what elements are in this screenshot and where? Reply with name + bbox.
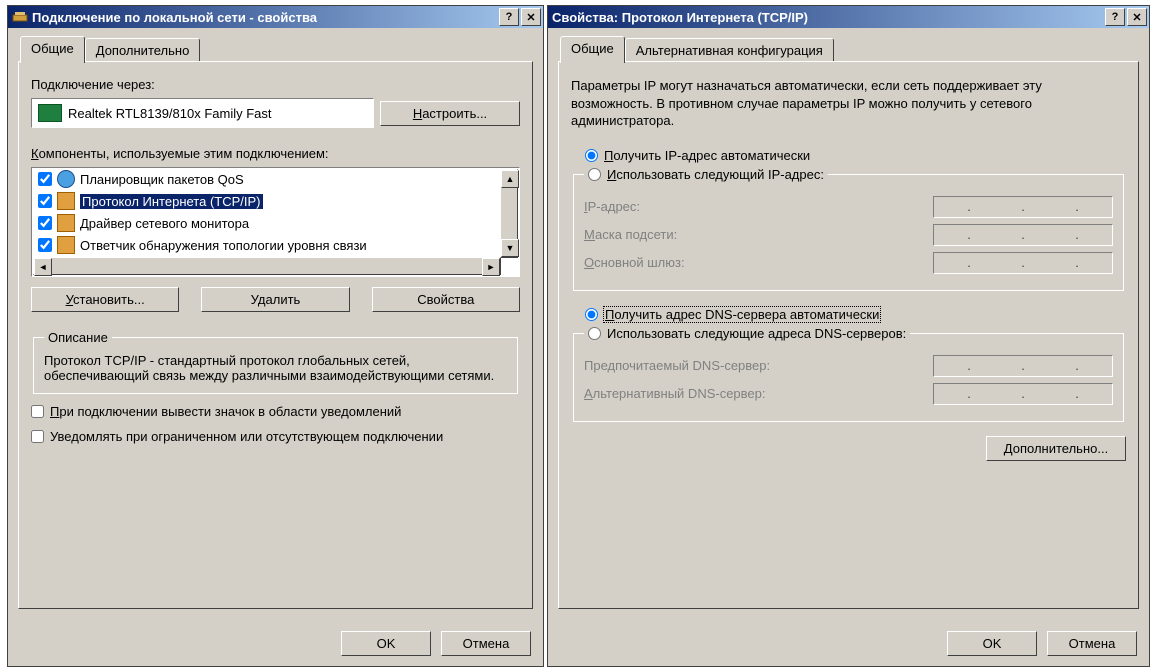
tab-label: Общие — [571, 41, 614, 56]
titlebar[interactable]: Подключение по локальной сети - свойства… — [8, 6, 543, 28]
label-text: Предпочитаемый DNS-сервер: — [584, 358, 770, 373]
connect-via-label: Подключение через: — [31, 77, 520, 92]
intro-text: Параметры IP могут назначаться автоматич… — [571, 77, 1126, 130]
button-label: OK — [983, 636, 1002, 651]
checkbox-label: Уведомлять при ограниченном или отсутств… — [50, 429, 443, 444]
tab-strip: Общие Дополнительно — [18, 38, 533, 63]
driver-icon — [57, 214, 75, 232]
list-item[interactable]: Ответчик обнаружения топологии уровня св… — [32, 234, 519, 256]
preferred-dns-label: Предпочитаемый DNS-сервер: — [584, 358, 933, 373]
close-button[interactable]: ✕ — [1127, 8, 1147, 26]
subnet-mask-label: Маска подсети: — [584, 227, 933, 242]
item-label: Ответчик обнаружения топологии уровня св… — [80, 238, 367, 253]
item-label: Планировщик пакетов QoS — [80, 172, 244, 187]
scroll-right-icon[interactable]: ► — [482, 258, 500, 276]
install-button[interactable]: Установить... — [31, 287, 179, 312]
preferred-dns-field: ... — [933, 355, 1113, 377]
ip-address-label: IP-адрес: — [584, 199, 933, 214]
checkbox-input[interactable] — [31, 405, 44, 418]
help-button[interactable]: ? — [1105, 8, 1125, 26]
item-checkbox[interactable] — [38, 216, 52, 230]
tab-label: Дополнительно — [96, 43, 190, 58]
tab-general[interactable]: Общие — [560, 36, 625, 63]
item-label: Протокол Интернета (TCP/IP) — [80, 194, 263, 209]
tcpip-properties-dialog: Свойства: Протокол Интернета (TCP/IP) ? … — [547, 5, 1150, 667]
titlebar[interactable]: Свойства: Протокол Интернета (TCP/IP) ? … — [548, 6, 1149, 28]
description-legend: Описание — [44, 330, 112, 345]
remove-button[interactable]: Удалить — [201, 287, 349, 312]
adapter-name: Realtek RTL8139/810x Family Fast — [68, 106, 272, 121]
scroll-up-icon[interactable]: ▲ — [501, 170, 519, 188]
button-label: Удалить — [251, 292, 301, 307]
checkbox-input[interactable] — [31, 430, 44, 443]
list-item-selected[interactable]: Протокол Интернета (TCP/IP) — [32, 190, 519, 212]
button-label: OK — [377, 636, 396, 651]
close-button[interactable]: ✕ — [521, 8, 541, 26]
radio-use-dns[interactable]: Использовать следующие адреса DNS-сервер… — [588, 326, 906, 341]
tab-panel-general: Подключение через: Realtek RTL8139/810x … — [18, 61, 533, 609]
tab-advanced[interactable]: Дополнительно — [85, 38, 201, 63]
cancel-button[interactable]: Отмена — [1047, 631, 1137, 656]
lan-properties-dialog: Подключение по локальной сети - свойства… — [7, 5, 544, 667]
advanced-button[interactable]: Дополнительно... — [986, 436, 1126, 461]
components-listbox[interactable]: Планировщик пакетов QoS Протокол Интерне… — [31, 167, 520, 277]
limited-connectivity-checkbox[interactable]: Уведомлять при ограниченном или отсутств… — [31, 429, 520, 444]
ok-button[interactable]: OK — [947, 631, 1037, 656]
radio-input[interactable] — [588, 327, 601, 340]
horizontal-scrollbar[interactable]: ◄ ► — [33, 257, 501, 275]
gateway-field: ... — [933, 252, 1113, 274]
protocol-icon — [57, 192, 75, 210]
alternate-dns-field: ... — [933, 383, 1113, 405]
tab-alt-config[interactable]: Альтернативная конфигурация — [625, 38, 834, 63]
nic-icon — [38, 104, 62, 122]
item-checkbox[interactable] — [38, 172, 52, 186]
responder-icon — [57, 236, 75, 254]
button-label: Отмена — [463, 636, 510, 651]
properties-button[interactable]: Свойства — [372, 287, 520, 312]
radio-input[interactable] — [585, 308, 598, 321]
subnet-mask-field: ... — [933, 224, 1113, 246]
list-item[interactable]: Драйвер сетевого монитора — [32, 212, 519, 234]
radio-obtain-dns[interactable]: Получить адрес DNS-сервера автоматически — [585, 307, 1126, 322]
qos-icon — [57, 170, 75, 188]
radio-input[interactable] — [588, 168, 601, 181]
adapter-display: Realtek RTL8139/810x Family Fast — [31, 98, 374, 128]
radio-obtain-ip[interactable]: Получить IP-адрес автоматически — [585, 148, 1126, 163]
scroll-left-icon[interactable]: ◄ — [34, 258, 52, 276]
components-label: Компоненты, используемые этим подключени… — [31, 146, 520, 161]
tab-label: Общие — [31, 41, 74, 56]
dialog-title: Свойства: Протокол Интернета (TCP/IP) — [552, 10, 808, 25]
network-adapter-icon — [12, 9, 28, 25]
gateway-label: Основной шлюз: — [584, 255, 933, 270]
radio-input[interactable] — [585, 149, 598, 162]
label-text: Использовать следующие адреса DNS-сервер… — [607, 326, 906, 341]
button-label: Свойства — [417, 292, 474, 307]
static-ip-group: Использовать следующий IP-адрес: IP-адре… — [573, 167, 1124, 291]
list-item[interactable]: Планировщик пакетов QoS — [32, 168, 519, 190]
tab-general[interactable]: Общие — [20, 36, 85, 63]
ok-button[interactable]: OK — [341, 631, 431, 656]
description-text: Протокол TCP/IP - стандартный протокол г… — [44, 353, 507, 383]
configure-button[interactable]: Настроить... — [380, 101, 520, 126]
static-dns-group: Использовать следующие адреса DNS-сервер… — [573, 326, 1124, 422]
item-checkbox[interactable] — [38, 194, 52, 208]
item-label: Драйвер сетевого монитора — [80, 216, 249, 231]
tab-panel-general: Параметры IP могут назначаться автоматич… — [558, 61, 1139, 609]
dialog-title: Подключение по локальной сети - свойства — [32, 10, 317, 25]
ip-address-field: ... — [933, 196, 1113, 218]
radio-use-ip[interactable]: Использовать следующий IP-адрес: — [588, 167, 824, 182]
tab-label: Альтернативная конфигурация — [636, 43, 823, 58]
alternate-dns-label: Альтернативный DNS-сервер: — [584, 386, 933, 401]
help-button[interactable]: ? — [499, 8, 519, 26]
description-group: Описание Протокол TCP/IP - стандартный п… — [33, 330, 518, 394]
tab-strip: Общие Альтернативная конфигурация — [558, 38, 1139, 63]
button-label: Отмена — [1069, 636, 1116, 651]
notify-icon-checkbox[interactable]: При подключении вывести значок в области… — [31, 404, 520, 419]
scroll-down-icon[interactable]: ▼ — [501, 239, 519, 257]
cancel-button[interactable]: Отмена — [441, 631, 531, 656]
item-checkbox[interactable] — [38, 238, 52, 252]
vertical-scrollbar[interactable]: ▲ ▼ — [500, 169, 518, 258]
